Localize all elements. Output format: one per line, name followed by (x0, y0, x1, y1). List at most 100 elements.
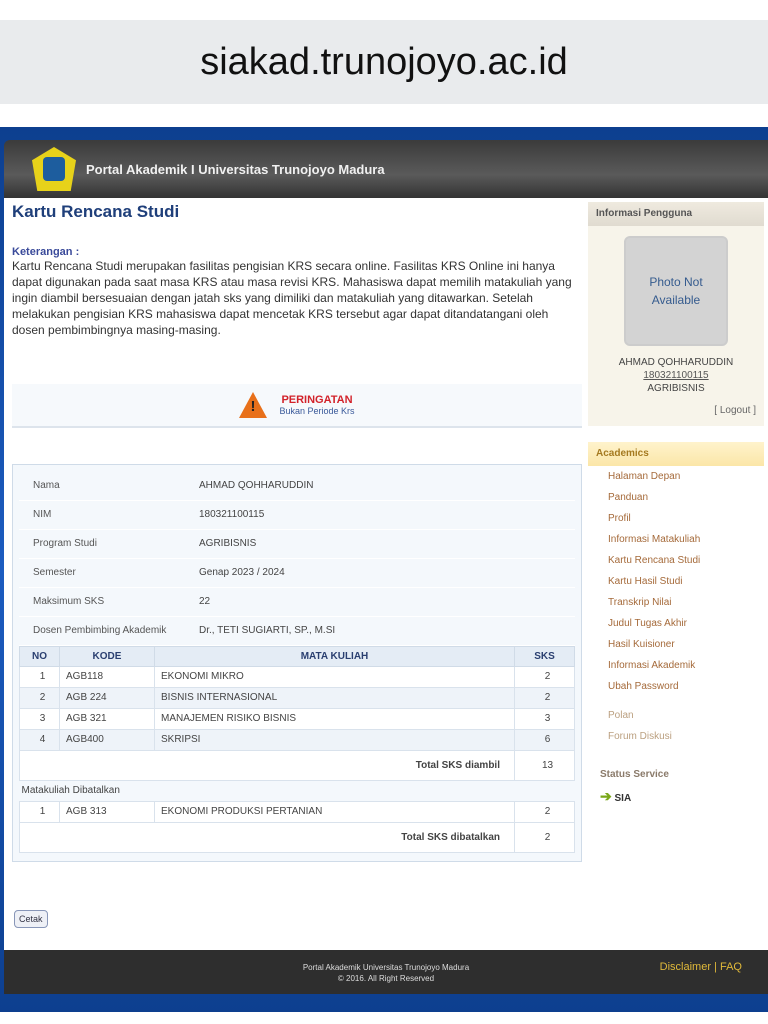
info-row: Dosen Pembimbing Akademik Dr., TETI SUGIA… (19, 616, 575, 646)
info-label: Program Studi (19, 529, 199, 559)
column-header: SKS (514, 645, 575, 667)
menu-item[interactable]: Halaman Depan (588, 466, 764, 487)
table-cell: SKRIPSI (154, 728, 515, 751)
table-cell: 1 (19, 800, 60, 823)
sidebar: Informasi Pengguna Photo Not Available A… (588, 202, 764, 813)
info-value: Genap 2023 / 2024 (199, 558, 575, 588)
menu-item[interactable]: Hasil Kuisioner (588, 634, 764, 655)
info-value: AHMAD QOHHARUDDIN (199, 471, 575, 501)
menu-item[interactable]: Informasi Akademik (588, 655, 764, 676)
print-button[interactable]: Cetak (14, 910, 48, 928)
table-row: 1 AGB 313 EKONOMI PRODUKSI PERTANIAN 2 (19, 800, 575, 823)
content-area: Kartu Rencana Studi Keterangan : Kartu R… (4, 198, 768, 950)
menu-item[interactable]: Profil (588, 508, 764, 529)
university-logo-icon (32, 147, 76, 191)
cancelled-label: Matakuliah Dibatalkan (19, 780, 575, 801)
url-banner: siakad.trunojoyo.ac.id (0, 20, 768, 104)
footer-line2: © 2016. All Right Reserved (337, 974, 435, 983)
table-cell: 2 (514, 665, 575, 688)
table-cell: 1 (19, 665, 60, 688)
info-value: Dr., TETI SUGIARTI, SP., M.SI (199, 616, 575, 646)
info-label: Semester (19, 558, 199, 588)
menu-item[interactable]: Panduan (588, 487, 764, 508)
table-cell: 2 (514, 686, 575, 709)
portal-title: Portal Akademik I Universitas Trunojoyo … (86, 161, 385, 177)
user-prodi: AGRIBISNIS (647, 383, 705, 394)
cancelled-total-value: 2 (514, 821, 575, 853)
info-label: Nama (19, 471, 199, 501)
table-cell: MANAJEMEN RISIKO BISNIS (154, 707, 515, 730)
user-nim-link[interactable]: 180321100115 (643, 370, 708, 381)
course-table: NO KODE MATA KULIAH SKS 1 AGB118 EKONOMI MIKRO… (19, 645, 575, 853)
main-panel: Kartu Rencana Studi Keterangan : Kartu R… (12, 202, 582, 862)
info-row: Program Studi AGRIBISNIS (19, 529, 575, 559)
academics-header: Academics (588, 442, 764, 466)
table-cell: AGB400 (59, 728, 155, 751)
table-cell: AGB 313 (59, 800, 155, 823)
service-label: SIA (614, 793, 632, 804)
table-cell: 2 (19, 686, 60, 709)
table-cell: 2 (514, 800, 575, 823)
info-row: Maksimum SKS 22 (19, 587, 575, 617)
student-info-table: Nama AHMAD QOHHARUDDIN NIM 180321100115 Prog… (19, 471, 575, 646)
user-info-header: Informasi Pengguna (588, 202, 764, 226)
column-header: KODE (59, 645, 155, 667)
keterangan-label: Keterangan : (12, 246, 80, 258)
total-value: 13 (514, 749, 575, 781)
column-header: NO (19, 645, 60, 667)
info-label: Dosen Pembimbing Akademik (19, 616, 199, 646)
footer-line1: Portal Akademik Universitas Trunojoyo Ma… (302, 963, 470, 972)
user-name: AHMAD QOHHARUDDIN (618, 357, 734, 368)
table-cell: BISNIS INTERNASIONAL (154, 686, 515, 709)
menu-item[interactable]: Transkrip Nilai (588, 592, 764, 613)
page-title: Kartu Rencana Studi (12, 202, 180, 221)
info-row: NIM 180321100115 (19, 500, 575, 530)
krs-box: Nama AHMAD QOHHARUDDIN NIM 180321100115 Prog… (12, 464, 582, 862)
faq-link[interactable]: FAQ (720, 961, 742, 973)
table-row: 4 AGB400 SKRIPSI 6 (19, 728, 575, 751)
info-value: AGRIBISNIS (199, 529, 575, 559)
menu-item[interactable]: Kartu Hasil Studi (588, 571, 764, 592)
info-label: Maksimum SKS (19, 587, 199, 617)
disclaimer-link[interactable]: Disclaimer (660, 961, 711, 973)
table-header-row: NO KODE MATA KULIAH SKS (19, 645, 575, 667)
service-sia[interactable]: ➔ SIA (588, 780, 764, 813)
academics-menu: Halaman Depan Panduan Profil Informasi Mata… (588, 466, 764, 747)
warning-icon: ! (239, 392, 268, 418)
cancelled-total-label: Total SKS dibatalkan (19, 821, 515, 853)
menu-item[interactable]: Ubah Password (588, 676, 764, 697)
menu-item[interactable]: Polan (588, 705, 764, 726)
table-row: 2 AGB 224 BISNIS INTERNASIONAL 2 (19, 686, 575, 709)
table-row: 1 AGB118 EKONOMI MIKRO 2 (19, 665, 575, 688)
menu-item[interactable]: Judul Tugas Akhir (588, 613, 764, 634)
user-photo-placeholder: Photo Not Available (624, 236, 728, 346)
table-cell: EKONOMI PRODUKSI PERTANIAN (154, 800, 515, 823)
table-cell: 6 (514, 728, 575, 751)
warning-message: Bukan Periode Krs (279, 406, 355, 416)
total-label: Total SKS diambil (19, 749, 515, 781)
table-cell: AGB 321 (59, 707, 155, 730)
table-cell: EKONOMI MIKRO (154, 665, 515, 688)
table-cell: 3 (514, 707, 575, 730)
status-service-header: Status Service (600, 769, 669, 780)
description-text: Kartu Rencana Studi merupakan fasilitas … (12, 259, 572, 337)
footer: Portal Akademik Universitas Trunojoyo Ma… (4, 950, 768, 994)
warning-title: PERINGATAN (281, 394, 353, 406)
arrow-right-icon: ➔ (600, 788, 612, 804)
column-header: MATA KULIAH (154, 645, 515, 667)
table-cell: 3 (19, 707, 60, 730)
menu-item[interactable]: Forum Diskusi (588, 726, 764, 747)
info-label: NIM (19, 500, 199, 530)
info-value: 180321100115 (199, 500, 575, 530)
table-row: 3 AGB 321 MANAJEMEN RISIKO BISNIS 3 (19, 707, 575, 730)
logout-link[interactable]: [ Logout ] (588, 395, 764, 426)
table-cell: 4 (19, 728, 60, 751)
warning-box: ! PERINGATAN Bukan Periode Krs (12, 384, 582, 428)
portal-header: Portal Akademik I Universitas Trunojoyo … (4, 140, 768, 198)
menu-item[interactable]: Informasi Matakuliah (588, 529, 764, 550)
user-info-panel: Informasi Pengguna Photo Not Available A… (588, 202, 764, 426)
menu-item[interactable]: Kartu Rencana Studi (588, 550, 764, 571)
info-row: Nama AHMAD QOHHARUDDIN (19, 471, 575, 501)
table-cell: AGB118 (59, 665, 155, 688)
info-row: Semester Genap 2023 / 2024 (19, 558, 575, 588)
